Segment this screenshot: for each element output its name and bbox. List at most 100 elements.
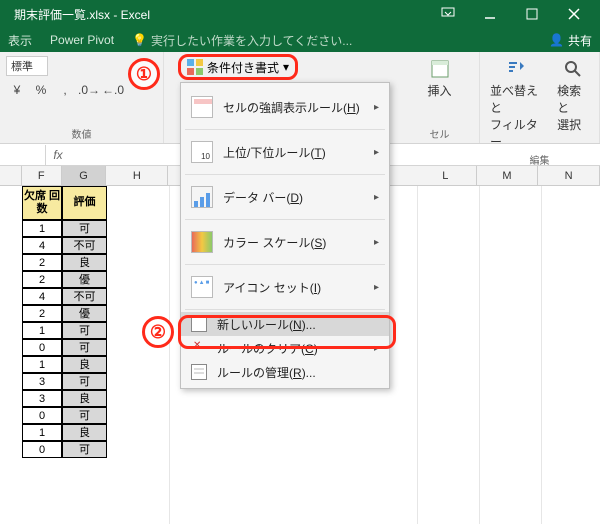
menu-data-bars[interactable]: データ バー(D) ▸ — [181, 177, 389, 217]
table-row: 3可 — [22, 373, 107, 390]
share-label: 共有 — [568, 32, 592, 49]
cell-f[interactable]: 0 — [22, 407, 62, 424]
submenu-arrow-icon: ▸ — [374, 192, 379, 203]
menu-new-rule[interactable]: 新しいルール(N)... — [181, 312, 389, 336]
submenu-arrow-icon: ▸ — [374, 282, 379, 293]
conditional-formatting-button[interactable]: 条件付き書式 ▾ — [178, 54, 298, 80]
ribbon-group-editing: 並べ替えと フィルター 検索と 選択 編集 — [480, 52, 600, 143]
col-header-l[interactable]: L — [415, 166, 477, 185]
cells[interactable]: 欠席 回数 評価 1可4不可2良2優4不可2優1可0可1良3可3良0可1良0可 — [22, 186, 107, 458]
cell-g[interactable]: 不可 — [62, 237, 107, 254]
cell-g[interactable]: 優 — [62, 305, 107, 322]
group-label-editing: 編集 — [486, 152, 593, 167]
cell-g[interactable]: 良 — [62, 390, 107, 407]
menu-color-scales[interactable]: カラー スケール(S) ▸ — [181, 222, 389, 262]
color-scales-icon — [191, 231, 213, 253]
percent-button[interactable]: % — [30, 80, 52, 100]
table-row: 1良 — [22, 424, 107, 441]
cell-f[interactable]: 0 — [22, 339, 62, 356]
menu-manage-rules[interactable]: ルールの管理(R)... — [181, 360, 389, 384]
tab-view[interactable]: 表示 — [8, 32, 32, 49]
cell-g[interactable]: 可 — [62, 407, 107, 424]
menu-clear-rules[interactable]: ルールのクリア(C) ▸ — [181, 336, 389, 360]
new-rule-icon — [191, 316, 207, 332]
insert-button[interactable]: 挿入 — [406, 56, 473, 101]
find-select-label: 検索と 選択 — [557, 82, 589, 133]
share-button[interactable]: 👤 共有 — [549, 32, 592, 49]
header-row: 欠席 回数 評価 — [22, 186, 107, 220]
submenu-arrow-icon: ▸ — [374, 343, 379, 354]
lightbulb-icon: 💡 — [132, 33, 147, 47]
cell-g[interactable]: 可 — [62, 441, 107, 458]
menu-newrule-label: 新しいルール — [217, 318, 289, 332]
sort-filter-button[interactable]: 並べ替えと フィルター — [486, 56, 547, 152]
menu-highlight-label: セルの強調表示ルール — [223, 101, 343, 115]
cell-g[interactable]: 優 — [62, 271, 107, 288]
top-bottom-icon — [191, 141, 213, 163]
currency-button[interactable]: ¥ — [6, 80, 28, 100]
table-row: 0可 — [22, 407, 107, 424]
cell-f[interactable]: 1 — [22, 424, 62, 441]
maximize-icon[interactable] — [512, 0, 552, 28]
group-label-number: 数値 — [6, 126, 157, 141]
cell-g[interactable]: 可 — [62, 373, 107, 390]
window-buttons — [428, 0, 594, 28]
tell-me-box[interactable]: 💡 実行したい作業を入力してください... — [132, 32, 531, 49]
menu-highlight-rules[interactable]: セルの強調表示ルール(H) ▸ — [181, 87, 389, 127]
cell-g[interactable]: 良 — [62, 424, 107, 441]
manage-rules-icon — [191, 364, 207, 380]
menu-iconset-label: アイコン セット — [223, 281, 310, 295]
insert-label: 挿入 — [427, 82, 451, 99]
menu-top-bottom-rules[interactable]: 上位/下位ルール(T) ▸ — [181, 132, 389, 172]
cell-f[interactable]: 4 — [22, 237, 62, 254]
table-row: 1良 — [22, 356, 107, 373]
conditional-formatting-label: 条件付き書式 — [207, 59, 279, 76]
col-header-h[interactable]: H — [106, 166, 168, 185]
annotation-1: ① — [128, 58, 160, 90]
col-header-n[interactable]: N — [538, 166, 600, 185]
cell-g[interactable]: 可 — [62, 339, 107, 356]
cell-f[interactable]: 1 — [22, 220, 62, 237]
tab-powerpivot[interactable]: Power Pivot — [50, 33, 114, 47]
table-row: 3良 — [22, 390, 107, 407]
submenu-arrow-icon: ▸ — [374, 147, 379, 158]
cell-f[interactable]: 3 — [22, 373, 62, 390]
fx-icon[interactable]: fx — [46, 148, 70, 162]
cell-g[interactable]: 可 — [62, 220, 107, 237]
menu-icon-sets[interactable]: アイコン セット(I) ▸ — [181, 267, 389, 307]
cell-f[interactable]: 2 — [22, 305, 62, 322]
table-row: 1可 — [22, 220, 107, 237]
sort-filter-label: 並べ替えと フィルター — [490, 82, 543, 150]
icon-sets-icon — [191, 276, 213, 298]
submenu-arrow-icon: ▸ — [374, 102, 379, 113]
table-row: 2優 — [22, 271, 107, 288]
tell-me-placeholder: 実行したい作業を入力してください... — [151, 32, 352, 49]
ribbon-options-icon[interactable] — [428, 0, 468, 28]
cell-f[interactable]: 0 — [22, 441, 62, 458]
cell-g[interactable]: 良 — [62, 254, 107, 271]
menu-manage-label: ルールの管理 — [217, 366, 289, 380]
cell-f[interactable]: 4 — [22, 288, 62, 305]
col-header-g[interactable]: G — [62, 166, 107, 185]
cell-f[interactable]: 2 — [22, 271, 62, 288]
header-g: 評価 — [62, 186, 107, 220]
close-icon[interactable] — [554, 0, 594, 28]
cell-g[interactable]: 不可 — [62, 288, 107, 305]
col-header-m[interactable]: M — [477, 166, 539, 185]
name-box[interactable] — [0, 145, 46, 165]
col-header-f[interactable]: F — [22, 166, 62, 185]
cell-g[interactable]: 可 — [62, 322, 107, 339]
highlight-rules-icon — [191, 96, 213, 118]
increase-decimal-button[interactable]: .0→ — [78, 80, 100, 100]
cell-f[interactable]: 2 — [22, 254, 62, 271]
minimize-icon[interactable] — [470, 0, 510, 28]
find-select-button[interactable]: 検索と 選択 — [553, 56, 593, 152]
cell-f[interactable]: 3 — [22, 390, 62, 407]
select-all-corner[interactable] — [0, 166, 22, 185]
cell-f[interactable]: 1 — [22, 322, 62, 339]
decrease-decimal-button[interactable]: ←.0 — [102, 80, 124, 100]
number-format-select[interactable]: 標準 — [6, 56, 48, 76]
cell-g[interactable]: 良 — [62, 356, 107, 373]
cell-f[interactable]: 1 — [22, 356, 62, 373]
comma-button[interactable]: , — [54, 80, 76, 100]
